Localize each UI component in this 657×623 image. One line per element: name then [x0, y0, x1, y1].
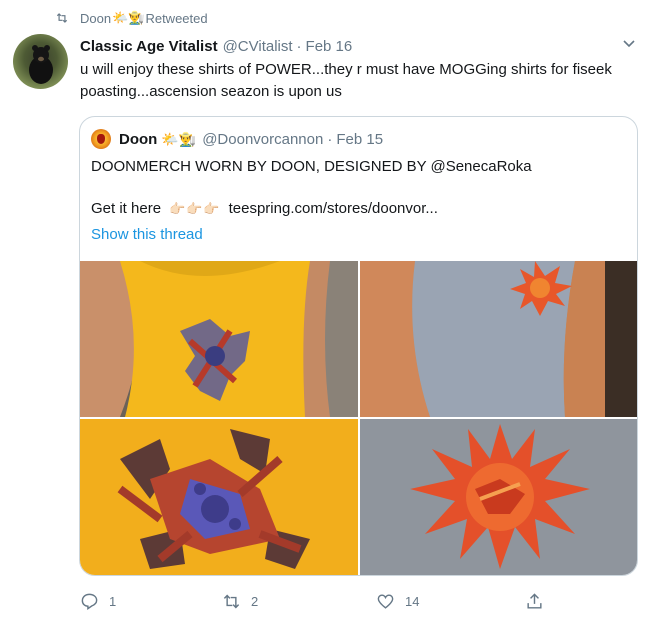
like-count: 14	[405, 594, 420, 609]
reply-icon	[81, 593, 98, 610]
quoted-tweet-card[interactable]: Doon 🌤️👨‍🌾 @Doonvorcannon · Feb 15 DOONM…	[79, 116, 638, 576]
caret-down-icon[interactable]	[622, 36, 636, 50]
retweet-count: 2	[251, 594, 259, 609]
quoted-author-name[interactable]: Doon	[119, 131, 157, 148]
like-button[interactable]: 14	[376, 592, 419, 611]
retweet-icon	[56, 13, 68, 23]
photo-grey-shirt-torso[interactable]	[360, 261, 637, 417]
bear-image	[29, 45, 53, 84]
quoted-text-line1: DOONMERCH WORN BY DOON, DESIGNED BY @Sen…	[91, 158, 532, 175]
author-handle[interactable]: @CVitalist	[223, 38, 293, 55]
share-icon	[527, 593, 542, 609]
share-button[interactable]	[525, 592, 554, 611]
get-it-prefix: Get it here	[91, 200, 162, 217]
photo-grey-shirt-sun-design[interactable]	[360, 419, 637, 575]
retweeter-emojis: 🌤️👨‍🌾	[112, 10, 145, 25]
quoted-tweet-date[interactable]: Feb 15	[336, 131, 383, 148]
tweet-header: Classic Age Vitalist @CVitalist · Feb 16	[80, 36, 352, 56]
retweet-icon	[223, 594, 240, 609]
quoted-author-avatar[interactable]	[91, 129, 111, 149]
separator: ·	[327, 130, 333, 148]
media-grid	[80, 261, 637, 575]
reply-count: 1	[109, 594, 117, 609]
retweet-context: Doon 🌤️👨‍🌾 Retweeted	[54, 9, 208, 27]
show-thread-link[interactable]: Show this thread	[91, 225, 203, 245]
author-avatar[interactable]	[13, 34, 68, 89]
retweet-button[interactable]: 2	[222, 592, 258, 611]
quoted-text-line2: Get it here 👉🏻👉🏻👉🏻 teespring.com/stores/…	[91, 199, 438, 219]
author-name[interactable]: Classic Age Vitalist	[80, 38, 218, 55]
photo-yellow-shirt-torso[interactable]	[80, 261, 358, 417]
tweet-text: u will enjoy these shirts of POWER...the…	[80, 61, 612, 100]
quoted-tweet-header: Doon 🌤️👨‍🌾 @Doonvorcannon · Feb 15	[91, 128, 383, 150]
quoted-author-handle[interactable]: @Doonvorcannon	[202, 131, 323, 148]
reply-button[interactable]: 1	[80, 592, 116, 611]
quoted-author-emojis: 🌤️👨‍🌾	[161, 130, 197, 147]
tweet-actions: 1 2 14	[80, 592, 560, 614]
like-icon	[377, 594, 394, 609]
pointing-hands-emoji: 👉🏻👉🏻👉🏻	[169, 201, 221, 216]
store-link[interactable]: teespring.com/stores/doonvor...	[229, 199, 438, 219]
tweet-date[interactable]: Feb 16	[306, 38, 353, 55]
photo-yellow-shirt-design[interactable]	[80, 419, 358, 575]
retweeter-name[interactable]: Doon	[80, 11, 111, 26]
separator: ·	[296, 37, 302, 55]
retweeted-label: Retweeted	[145, 10, 208, 26]
